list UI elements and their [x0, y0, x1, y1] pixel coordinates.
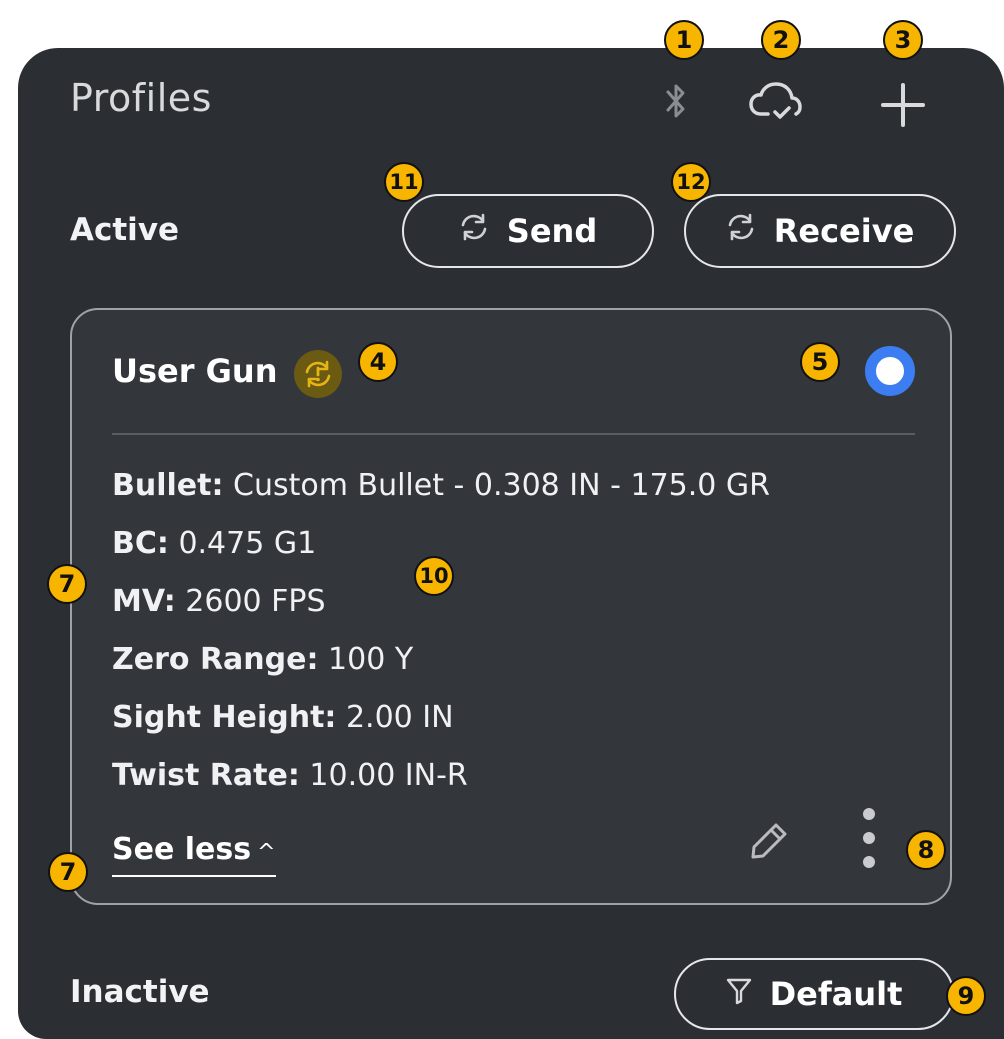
- card-divider: [112, 433, 915, 435]
- profile-card[interactable]: User Gun Bullet: Custom Bullet - 0.308 I…: [70, 308, 952, 905]
- callout-badge: 5: [800, 342, 840, 382]
- callout-badge: 11: [384, 162, 424, 202]
- callout-badge: 2: [761, 20, 801, 60]
- callout-badge: 12: [671, 162, 711, 202]
- callout-badge: 10: [414, 556, 454, 596]
- send-button[interactable]: Send: [402, 194, 654, 268]
- filter-default-button[interactable]: Default: [674, 958, 954, 1030]
- sync-icon: [459, 212, 489, 250]
- profiles-panel: Profiles Active Send Receive User Gun Bu…: [18, 48, 1004, 1039]
- spec-sight-height: Sight Height: 2.00 IN: [112, 700, 454, 735]
- spec-bc: BC: 0.475 G1: [112, 526, 317, 561]
- chevron-up-icon: ^: [257, 840, 276, 865]
- callout-badge: 3: [883, 20, 923, 60]
- callout-badge: 4: [358, 342, 398, 382]
- active-section-label: Active: [70, 212, 180, 248]
- spec-mv: MV: 2600 FPS: [112, 584, 326, 619]
- spec-twist-rate: Twist Rate: 10.00 IN-R: [112, 758, 468, 793]
- profile-name: User Gun: [112, 352, 278, 390]
- callout-badge: 9: [946, 976, 986, 1016]
- filter-icon: [726, 975, 752, 1013]
- spec-zero-range: Zero Range: 100 Y: [112, 642, 414, 677]
- callout-badge: 7: [48, 852, 88, 892]
- plus-icon[interactable]: [880, 82, 926, 132]
- callout-badge: 8: [906, 830, 946, 870]
- edit-icon[interactable]: [748, 820, 790, 866]
- spec-bullet: Bullet: Custom Bullet - 0.308 IN - 175.0…: [112, 468, 770, 503]
- send-label: Send: [506, 212, 598, 250]
- active-profile-radio[interactable]: [865, 346, 915, 396]
- receive-label: Receive: [773, 212, 915, 250]
- sync-icon: [726, 212, 756, 250]
- sync-warning-icon: [294, 350, 342, 398]
- callout-badge: 1: [664, 20, 704, 60]
- page-title: Profiles: [70, 76, 212, 120]
- receive-button[interactable]: Receive: [684, 194, 956, 268]
- more-options-icon[interactable]: [860, 806, 878, 874]
- cloud-sync-icon[interactable]: [748, 80, 802, 128]
- callout-badge: 7: [47, 564, 87, 604]
- inactive-section-label: Inactive: [70, 974, 210, 1010]
- see-less-link[interactable]: See less ^: [112, 832, 276, 877]
- filter-label: Default: [769, 975, 903, 1013]
- bluetooth-icon[interactable]: [665, 82, 687, 124]
